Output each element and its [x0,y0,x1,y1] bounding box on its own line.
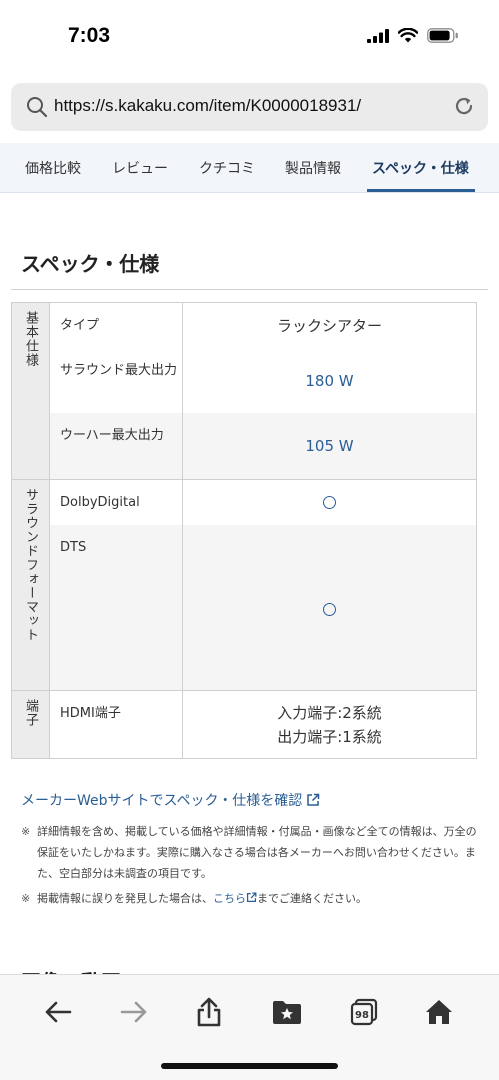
spec-value: ○ [183,480,477,525]
spec-group-label: サラウンドフォーマット [11,480,50,690]
share-button[interactable] [189,995,229,1029]
tabs-icon: 98 [350,998,378,1026]
search-icon [27,97,48,118]
battery-icon [427,28,458,43]
spec-group-label: 基本仕様 [11,303,50,479]
tab-kuchikomi[interactable]: クチコミ [199,158,255,178]
tab-review[interactable]: レビュー [112,158,168,178]
tab-product-info[interactable]: 製品情報 [285,158,341,178]
reload-icon[interactable] [453,95,475,117]
table-row: ウーハー最大出力 105 W [50,413,477,479]
address-bar[interactable]: https://s.kakaku.com/item/K0000018931/ [11,83,488,131]
table-row: タイプ ラックシアター [50,303,477,348]
forward-button[interactable] [114,995,154,1029]
section-divider [11,289,488,290]
table-row: HDMI端子 入力端子:2系統 出力端子:1系統 [50,691,477,758]
spec-name: DTS [50,525,183,690]
spec-group-label: 端子 [11,691,50,758]
supported-circle-icon [323,603,336,616]
active-tab-indicator [367,189,475,192]
spec-name: サラウンド最大出力 [50,348,183,413]
home-icon [426,1000,452,1024]
maker-website-link[interactable]: メーカーWebサイトでスペック・仕様を確認 [21,790,320,810]
spec-name: ウーハー最大出力 [50,413,183,479]
svg-text:98: 98 [355,1010,369,1021]
tab-price-compare[interactable]: 価格比較 [25,158,81,178]
spec-table: 基本仕様 タイプ ラックシアター サラウンド最大出力 180 W ウーハー最大出… [11,302,477,759]
spec-group-basic: 基本仕様 タイプ ラックシアター サラウンド最大出力 180 W ウーハー最大出… [11,303,477,480]
home-indicator [161,1063,338,1069]
back-arrow-icon [45,1001,72,1023]
spec-name: タイプ [50,303,183,348]
status-icons [367,28,459,43]
status-bar: 7:03 [0,0,499,72]
status-time: 7:03 [68,24,111,47]
bookmarks-folder-icon [273,1001,301,1024]
spec-group-surround: サラウンドフォーマット DolbyDigital ○ DTS ○ [11,480,477,691]
spec-name: HDMI端子 [50,691,183,758]
wifi-icon [398,28,418,43]
home-button[interactable] [419,995,459,1029]
bookmarks-button[interactable] [267,995,307,1029]
note-item: ※ 掲載情報に誤りを発見した場合は、こちら までご連絡ください。 [21,891,367,905]
disclaimer-notes: ※ 詳細情報を含め、掲載している価格や詳細情報・付属品・画像など全ての情報は、万… [21,822,481,914]
next-section-heading: 画像・動画 [21,966,121,974]
back-button[interactable] [38,995,78,1029]
forward-arrow-icon [120,1001,147,1023]
note-item: ※ 詳細情報を含め、掲載している価格や詳細情報・付属品・画像など全ての情報は、万… [21,825,477,880]
spec-name: DolbyDigital [50,480,183,525]
external-link-icon [307,793,320,806]
external-link-icon [246,892,257,902]
tab-spec[interactable]: スペック・仕様 [372,158,469,178]
spec-value: ○ [183,525,477,690]
share-icon [197,997,221,1027]
spec-value: 105 W [183,413,477,479]
spec-group-terminal: 端子 HDMI端子 入力端子:2系統 出力端子:1系統 [11,691,477,758]
table-row: DTS ○ [50,525,477,690]
section-title: スペック・仕様 [21,252,160,276]
url-text[interactable]: https://s.kakaku.com/item/K0000018931/ [54,96,361,116]
cellular-signal-icon [367,28,389,43]
contact-link[interactable]: こちら [213,892,246,905]
tabs-button[interactable]: 98 [344,995,384,1029]
spec-value: 180 W [183,348,477,413]
supported-circle-icon [323,496,336,509]
table-row: DolbyDigital ○ [50,480,477,525]
spec-value: ラックシアター [183,303,477,348]
product-tabs: 価格比較 レビュー クチコミ 製品情報 スペック・仕様 [0,143,499,193]
spec-value: 入力端子:2系統 出力端子:1系統 [183,691,477,758]
table-row: サラウンド最大出力 180 W [50,348,477,413]
